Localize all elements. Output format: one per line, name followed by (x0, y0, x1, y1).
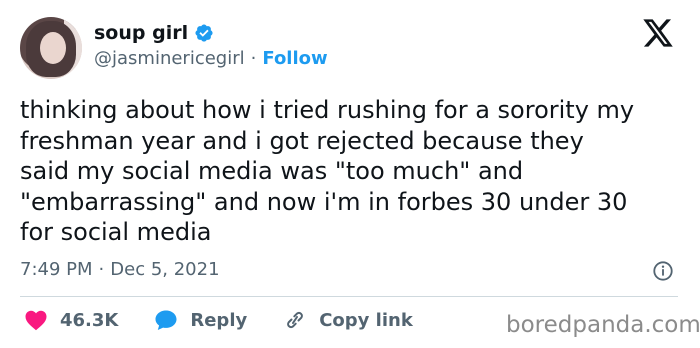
user-name-row: soup girl (94, 22, 214, 44)
x-logo-icon[interactable] (640, 18, 676, 48)
separator-dot: · (250, 48, 257, 69)
copy-link-label: Copy link (319, 309, 413, 331)
like-count: 46.3K (60, 309, 119, 331)
tweet-text: thinking about how i tried rushing for a… (20, 96, 635, 246)
divider (20, 296, 678, 297)
reply-bubble-icon (155, 310, 177, 330)
info-icon[interactable] (652, 260, 674, 282)
heart-icon (25, 310, 47, 331)
handle-row: @jasminericegirl · Follow (94, 48, 328, 69)
display-name[interactable]: soup girl (94, 22, 188, 44)
avatar[interactable] (20, 17, 82, 79)
like-button[interactable]: 46.3K (24, 309, 118, 331)
copy-link-button[interactable]: Copy link (283, 309, 413, 331)
action-bar: 46.3K Reply Copy link (24, 309, 449, 331)
tweet-time[interactable]: 7:49 PM (20, 259, 93, 280)
timestamp-row: 7:49 PM · Dec 5, 2021 (20, 259, 220, 280)
follow-button[interactable]: Follow (262, 48, 327, 69)
link-icon (287, 311, 304, 329)
reply-button[interactable]: Reply (154, 309, 247, 331)
timestamp-separator: · (98, 259, 105, 280)
tweet-date[interactable]: Dec 5, 2021 (110, 259, 219, 280)
reply-label: Reply (190, 309, 248, 331)
user-handle[interactable]: @jasminericegirl (94, 48, 245, 69)
verified-badge-icon (195, 24, 213, 42)
watermark: boredpanda.com (506, 312, 700, 338)
